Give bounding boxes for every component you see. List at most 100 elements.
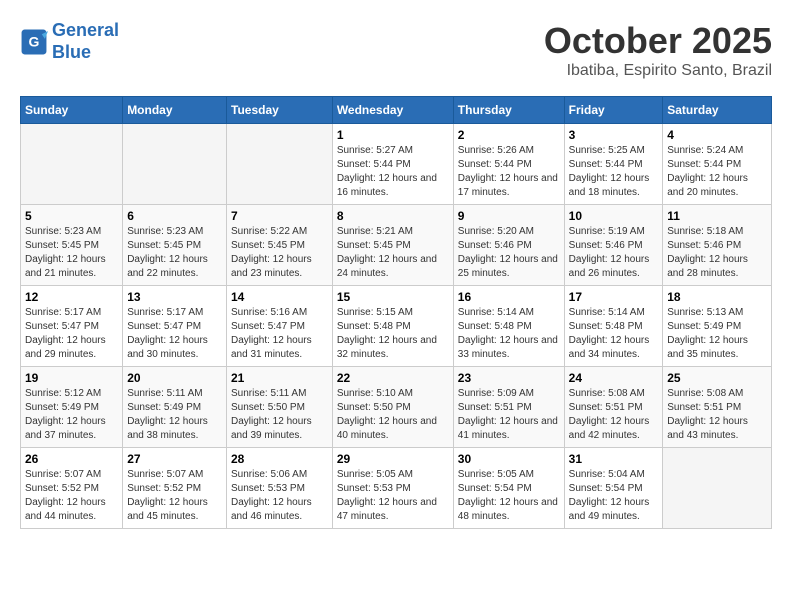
weekday-header: Wednesday [332, 97, 453, 124]
weekday-header: Sunday [21, 97, 123, 124]
calendar-cell: 16 Sunrise: 5:14 AM Sunset: 5:48 PM Dayli… [453, 286, 564, 367]
calendar-week-row: 26 Sunrise: 5:07 AM Sunset: 5:52 PM Dayli… [21, 448, 772, 529]
page-header: G General Blue October 2025 Ibatiba, Esp… [20, 20, 772, 80]
calendar-cell: 24Sunrise: 5:08 AM Sunset: 5:51 PM Dayli… [564, 367, 663, 448]
day-info: Sunrise: 5:14 AM Sunset: 5:48 PM Dayligh… [569, 306, 659, 362]
day-number: 24 [569, 371, 659, 385]
calendar-cell: 18 Sunrise: 5:13 AM Sunset: 5:49 PM Dayli… [663, 286, 772, 367]
logo-icon: G [20, 28, 48, 56]
day-number: 11 [667, 209, 767, 223]
calendar-cell: 4Sunrise: 5:24 AM Sunset: 5:44 PM Daylig… [663, 124, 772, 205]
calendar-cell: 8Sunrise: 5:21 AM Sunset: 5:45 PM Daylig… [332, 205, 453, 286]
day-info: Sunrise: 5:14 AM Sunset: 5:48 PM Dayligh… [458, 306, 560, 362]
calendar-cell: 7 Sunrise: 5:22 AM Sunset: 5:45 PM Daylig… [227, 205, 333, 286]
calendar-cell: 27 Sunrise: 5:07 AM Sunset: 5:52 PM Dayli… [123, 448, 227, 529]
day-number: 12 [25, 290, 118, 304]
calendar-cell: 19 Sunrise: 5:12 AM Sunset: 5:49 PM Dayli… [21, 367, 123, 448]
day-number: 20 [127, 371, 222, 385]
day-info: Sunrise: 5:05 AM Sunset: 5:54 PM Dayligh… [458, 468, 560, 524]
weekday-header: Friday [564, 97, 663, 124]
calendar-cell: 15 Sunrise: 5:15 AM Sunset: 5:48 PM Dayli… [332, 286, 453, 367]
day-info: Sunrise: 5:07 AM Sunset: 5:52 PM Dayligh… [127, 468, 222, 524]
day-number: 16 [458, 290, 560, 304]
calendar-cell: 6 Sunrise: 5:23 AM Sunset: 5:45 PM Daylig… [123, 205, 227, 286]
calendar-cell [21, 124, 123, 205]
day-info: Sunrise: 5:15 AM Sunset: 5:48 PM Dayligh… [337, 306, 449, 362]
day-number: 26 [25, 452, 118, 466]
day-number: 8 [337, 209, 449, 223]
day-number: 6 [127, 209, 222, 223]
day-number: 19 [25, 371, 118, 385]
logo-text: General Blue [52, 20, 119, 63]
calendar-cell: 3Sunrise: 5:25 AM Sunset: 5:44 PM Daylig… [564, 124, 663, 205]
day-number: 23 [458, 371, 560, 385]
day-number: 18 [667, 290, 767, 304]
calendar-cell: 29 Sunrise: 5:05 AM Sunset: 5:53 PM Dayli… [332, 448, 453, 529]
day-info: Sunrise: 5:26 AM Sunset: 5:44 PM Dayligh… [458, 144, 560, 200]
calendar-cell: 22 Sunrise: 5:10 AM Sunset: 5:50 PM Dayli… [332, 367, 453, 448]
calendar-cell: 10 Sunrise: 5:19 AM Sunset: 5:46 PM Dayli… [564, 205, 663, 286]
day-info: Sunrise: 5:23 AM Sunset: 5:45 PM Dayligh… [127, 225, 222, 281]
day-number: 31 [569, 452, 659, 466]
calendar-week-row: 19 Sunrise: 5:12 AM Sunset: 5:49 PM Dayli… [21, 367, 772, 448]
day-info: Sunrise: 5:23 AM Sunset: 5:45 PM Dayligh… [25, 225, 118, 281]
day-number: 7 [231, 209, 328, 223]
day-info: Sunrise: 5:13 AM Sunset: 5:49 PM Dayligh… [667, 306, 767, 362]
day-number: 9 [458, 209, 560, 223]
weekday-header-row: SundayMondayTuesdayWednesdayThursdayFrid… [21, 97, 772, 124]
weekday-header: Monday [123, 97, 227, 124]
calendar-cell: 1 Sunrise: 5:27 AM Sunset: 5:44 PM Daylig… [332, 124, 453, 205]
day-number: 5 [25, 209, 118, 223]
day-info: Sunrise: 5:04 AM Sunset: 5:54 PM Dayligh… [569, 468, 659, 524]
calendar-cell: 21 Sunrise: 5:11 AM Sunset: 5:50 PM Dayli… [227, 367, 333, 448]
day-info: Sunrise: 5:11 AM Sunset: 5:50 PM Dayligh… [231, 387, 328, 443]
calendar-cell: 13Sunrise: 5:17 AM Sunset: 5:47 PM Dayli… [123, 286, 227, 367]
calendar-cell: 20 Sunrise: 5:11 AM Sunset: 5:49 PM Dayli… [123, 367, 227, 448]
day-info: Sunrise: 5:16 AM Sunset: 5:47 PM Dayligh… [231, 306, 328, 362]
day-number: 22 [337, 371, 449, 385]
calendar-cell: 11 Sunrise: 5:18 AM Sunset: 5:46 PM Dayli… [663, 205, 772, 286]
calendar-week-row: 1 Sunrise: 5:27 AM Sunset: 5:44 PM Daylig… [21, 124, 772, 205]
day-number: 4 [667, 128, 767, 142]
day-number: 21 [231, 371, 328, 385]
day-number: 3 [569, 128, 659, 142]
day-number: 2 [458, 128, 560, 142]
calendar-cell: 25Sunrise: 5:08 AM Sunset: 5:51 PM Dayli… [663, 367, 772, 448]
day-number: 30 [458, 452, 560, 466]
day-info: Sunrise: 5:27 AM Sunset: 5:44 PM Dayligh… [337, 144, 449, 200]
day-number: 27 [127, 452, 222, 466]
day-info: Sunrise: 5:12 AM Sunset: 5:49 PM Dayligh… [25, 387, 118, 443]
day-info: Sunrise: 5:20 AM Sunset: 5:46 PM Dayligh… [458, 225, 560, 281]
title-section: October 2025 Ibatiba, Espirito Santo, Br… [544, 20, 772, 80]
day-info: Sunrise: 5:11 AM Sunset: 5:49 PM Dayligh… [127, 387, 222, 443]
calendar-week-row: 12 Sunrise: 5:17 AM Sunset: 5:47 PM Dayli… [21, 286, 772, 367]
day-info: Sunrise: 5:18 AM Sunset: 5:46 PM Dayligh… [667, 225, 767, 281]
calendar-week-row: 5 Sunrise: 5:23 AM Sunset: 5:45 PM Daylig… [21, 205, 772, 286]
day-info: Sunrise: 5:06 AM Sunset: 5:53 PM Dayligh… [231, 468, 328, 524]
calendar-table: SundayMondayTuesdayWednesdayThursdayFrid… [20, 96, 772, 529]
day-info: Sunrise: 5:07 AM Sunset: 5:52 PM Dayligh… [25, 468, 118, 524]
calendar-cell: 31 Sunrise: 5:04 AM Sunset: 5:54 PM Dayli… [564, 448, 663, 529]
day-info: Sunrise: 5:19 AM Sunset: 5:46 PM Dayligh… [569, 225, 659, 281]
day-info: Sunrise: 5:08 AM Sunset: 5:51 PM Dayligh… [667, 387, 767, 443]
calendar-cell: 28 Sunrise: 5:06 AM Sunset: 5:53 PM Dayli… [227, 448, 333, 529]
day-number: 1 [337, 128, 449, 142]
day-info: Sunrise: 5:05 AM Sunset: 5:53 PM Dayligh… [337, 468, 449, 524]
calendar-cell: 26 Sunrise: 5:07 AM Sunset: 5:52 PM Dayli… [21, 448, 123, 529]
calendar-cell: 9 Sunrise: 5:20 AM Sunset: 5:46 PM Daylig… [453, 205, 564, 286]
weekday-header: Thursday [453, 97, 564, 124]
logo: G General Blue [20, 20, 119, 63]
day-number: 15 [337, 290, 449, 304]
calendar-title: October 2025 [544, 20, 772, 62]
day-number: 28 [231, 452, 328, 466]
weekday-header: Tuesday [227, 97, 333, 124]
day-info: Sunrise: 5:17 AM Sunset: 5:47 PM Dayligh… [25, 306, 118, 362]
day-number: 10 [569, 209, 659, 223]
calendar-cell: 2 Sunrise: 5:26 AM Sunset: 5:44 PM Daylig… [453, 124, 564, 205]
svg-text:G: G [29, 33, 40, 49]
day-number: 13 [127, 290, 222, 304]
day-info: Sunrise: 5:10 AM Sunset: 5:50 PM Dayligh… [337, 387, 449, 443]
calendar-cell: 17Sunrise: 5:14 AM Sunset: 5:48 PM Dayli… [564, 286, 663, 367]
day-number: 29 [337, 452, 449, 466]
day-info: Sunrise: 5:22 AM Sunset: 5:45 PM Dayligh… [231, 225, 328, 281]
